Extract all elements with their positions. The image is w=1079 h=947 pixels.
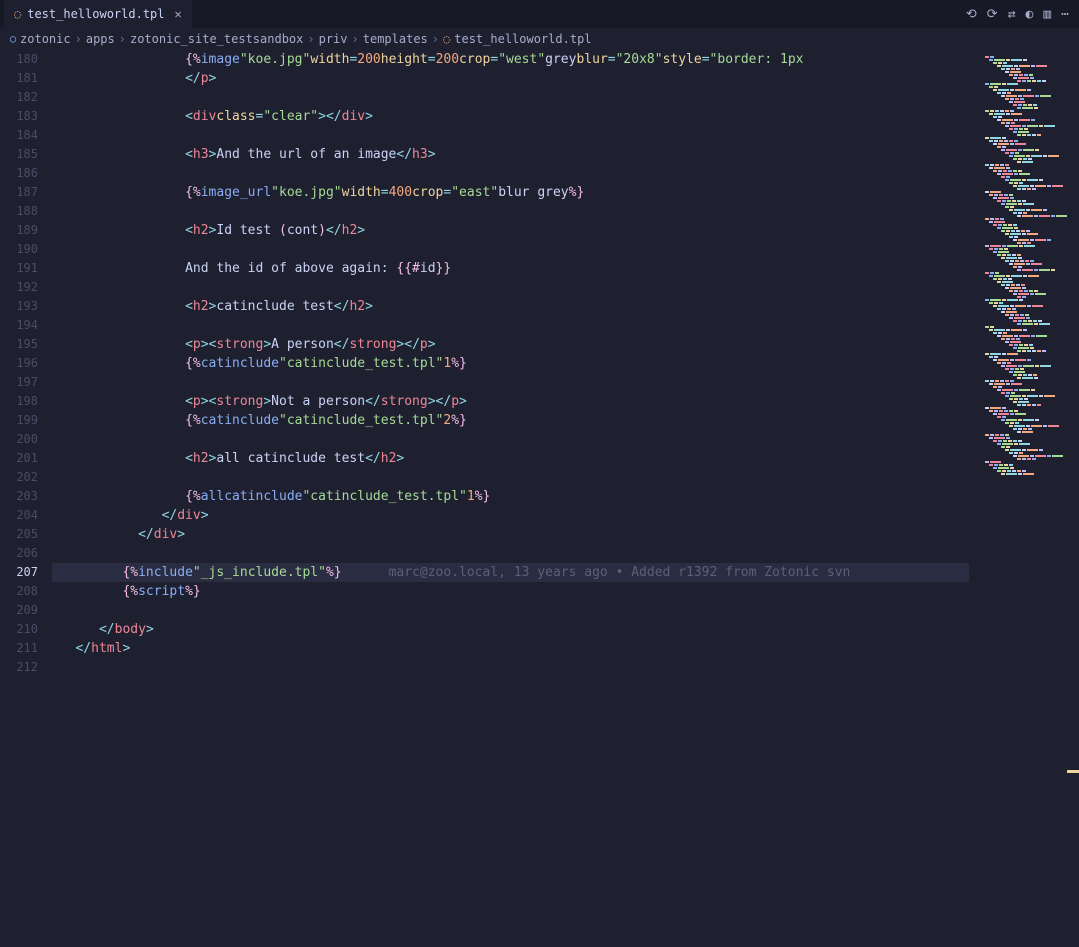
crumb[interactable]: apps bbox=[86, 32, 115, 46]
more-icon[interactable]: ⋯ bbox=[1061, 7, 1069, 22]
file-type-icon: ◌ bbox=[14, 7, 21, 21]
crumb[interactable]: priv bbox=[319, 32, 348, 46]
scrollbar[interactable] bbox=[1067, 50, 1079, 947]
crumb[interactable]: zotonic_site_testsandbox bbox=[130, 32, 303, 46]
tab-file-name: test_helloworld.tpl bbox=[27, 7, 164, 21]
run-icon[interactable]: ◐ bbox=[1026, 7, 1034, 22]
split-editor-icon[interactable]: ▥ bbox=[1043, 7, 1051, 22]
compare-icon[interactable]: ⇄ bbox=[1008, 7, 1016, 22]
crumb[interactable]: test_helloworld.tpl bbox=[454, 32, 591, 46]
go-back-icon[interactable]: ⟲ bbox=[966, 7, 977, 22]
scrollbar-mark bbox=[1067, 770, 1079, 773]
tab-bar: ◌ test_helloworld.tpl ✕ ⟲ ⟳ ⇄ ◐ ▥ ⋯ bbox=[0, 0, 1079, 28]
editor-toolbar: ⟲ ⟳ ⇄ ◐ ▥ ⋯ bbox=[966, 7, 1075, 22]
crumb[interactable]: templates bbox=[363, 32, 428, 46]
file-type-icon: ◌ bbox=[443, 32, 450, 46]
go-forward-icon[interactable]: ⟳ bbox=[987, 7, 998, 22]
crumb[interactable]: zotonic bbox=[20, 32, 71, 46]
file-tab[interactable]: ◌ test_helloworld.tpl ✕ bbox=[4, 0, 192, 28]
code-area[interactable]: {% image "koe.jpg" width=200 height=200 … bbox=[52, 50, 1079, 947]
minimap[interactable] bbox=[969, 50, 1079, 947]
code-editor[interactable]: 1801811821831841851861871881891901911921… bbox=[0, 50, 1079, 947]
line-number-gutter: 1801811821831841851861871881891901911921… bbox=[0, 50, 52, 947]
root-icon: ◯ bbox=[10, 34, 16, 45]
close-icon[interactable]: ✕ bbox=[175, 7, 182, 21]
breadcrumbs: ◯ zotonic › apps › zotonic_site_testsand… bbox=[0, 28, 1079, 50]
